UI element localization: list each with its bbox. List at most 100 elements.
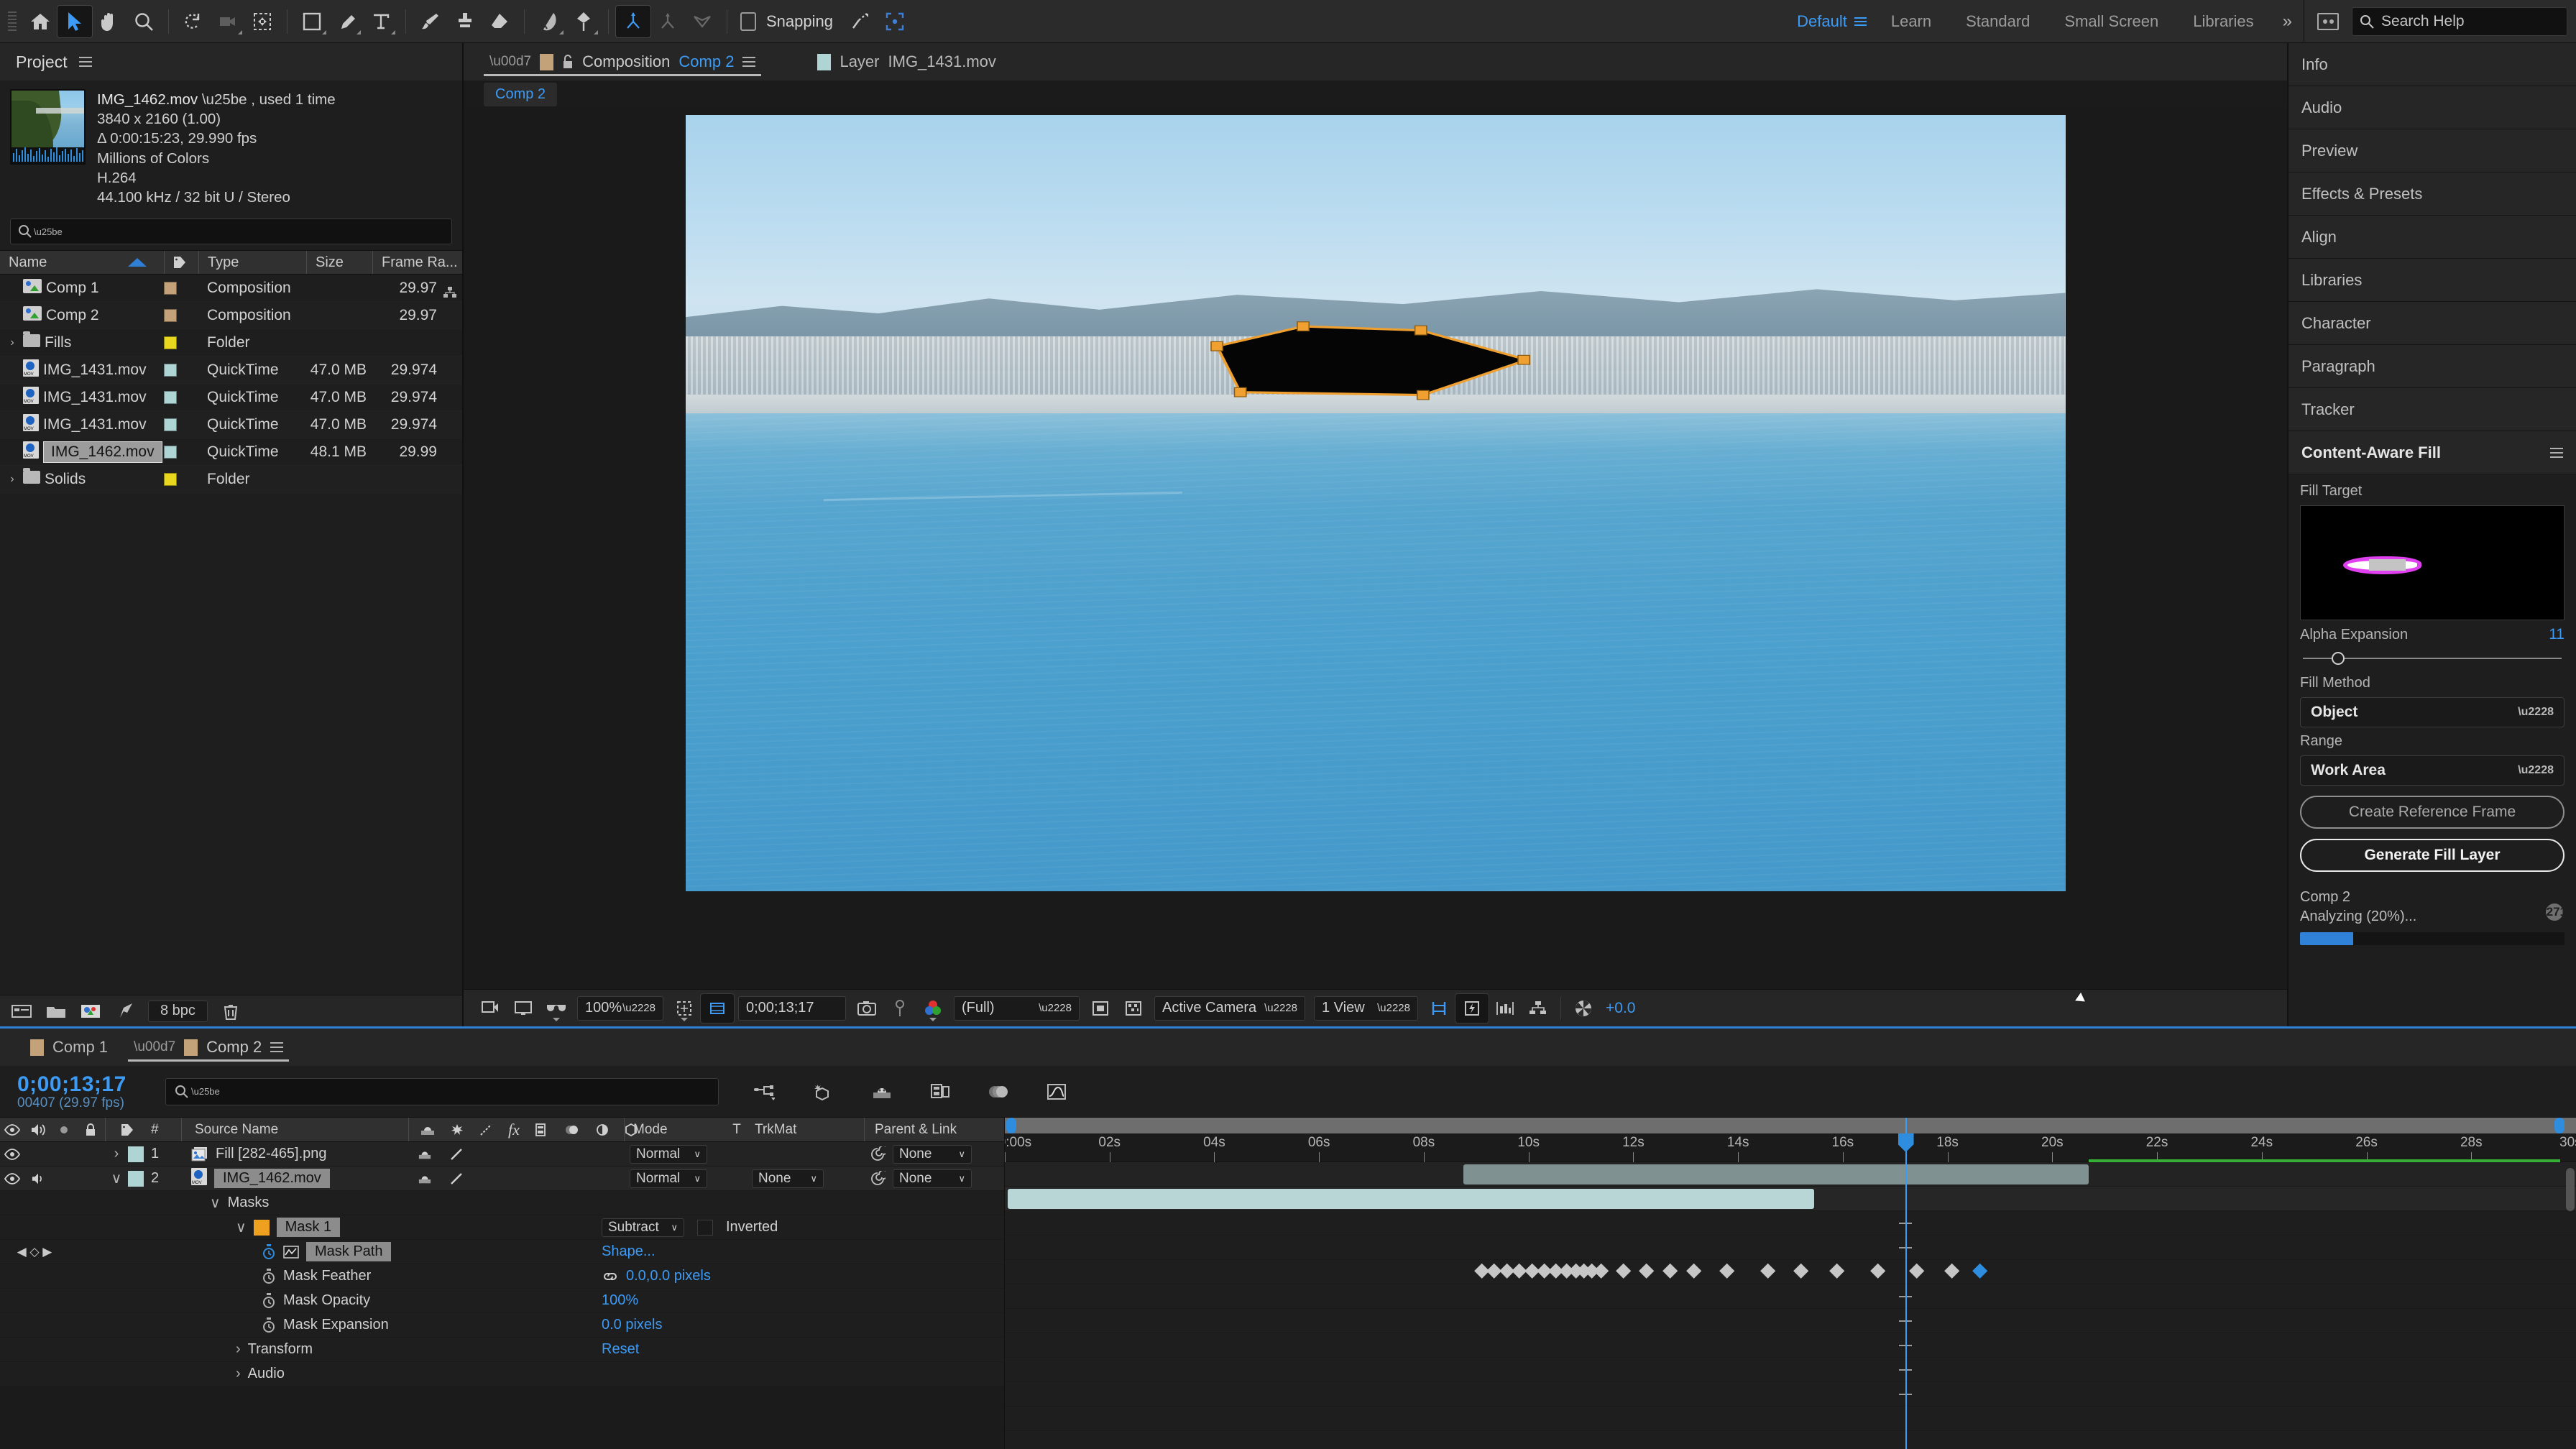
link-icon[interactable] (602, 1271, 619, 1282)
pan-behind-tool-icon[interactable] (245, 6, 280, 37)
property-stopwatch[interactable] (262, 1317, 276, 1333)
tab-layer-img1431[interactable]: Layer IMG_1431.mov (804, 43, 1008, 80)
viewer-timecode[interactable]: 0;00;13;17 (738, 996, 846, 1021)
panel-preview[interactable]: Preview (2288, 129, 2576, 172)
layer-trkmat-select[interactable]: None∨ (749, 1167, 864, 1190)
workspace-learn[interactable]: Learn (1874, 0, 1949, 42)
property-twisty[interactable]: ∨ (210, 1194, 221, 1212)
column-header-type[interactable]: Type (198, 251, 306, 274)
track-row[interactable] (1005, 1333, 2576, 1358)
composition-viewer[interactable] (464, 108, 2287, 989)
layer-switches[interactable] (408, 1167, 624, 1190)
layer-visibility-toggle[interactable] (0, 1167, 24, 1190)
fill-target-preview[interactable] (2300, 505, 2564, 620)
lock-icon[interactable] (562, 54, 574, 70)
column-header-tag[interactable] (164, 251, 198, 274)
property-value-cell[interactable]: Shape... (602, 1240, 1004, 1264)
timeline-ruler[interactable]: 0:00s02s04s06s08s10s12s14s16s18s20s22s24… (1005, 1133, 2576, 1162)
brush-tool-icon[interactable] (413, 6, 448, 37)
puppet-pin-tool-icon[interactable] (566, 6, 601, 37)
quality-switch-icon[interactable] (479, 1123, 492, 1136)
layer-solo-toggle[interactable] (52, 1167, 76, 1190)
col-t[interactable]: T (724, 1118, 749, 1141)
keyframe-navigator[interactable]: ◀ ◇ ▶ (0, 1240, 69, 1264)
project-tab[interactable]: Project (16, 52, 68, 72)
track-row[interactable] (1005, 1431, 2576, 1449)
roto-brush-tool-icon[interactable] (532, 6, 566, 37)
timeline-tab-comp2[interactable]: \u00d7 Comp 2 (121, 1029, 296, 1066)
timeline-track-area[interactable]: 0:00s02s04s06s08s10s12s14s16s18s20s22s24… (1005, 1118, 2576, 1449)
timeline-current-time[interactable]: 0;00;13;17 00407 (29.97 fps) (0, 1072, 165, 1111)
property-value[interactable]: Shape... (602, 1243, 656, 1260)
layer-parent-select[interactable]: None∨ (864, 1142, 1004, 1166)
subtab-comp2[interactable]: Comp 2 (484, 83, 557, 106)
timeline-property-row[interactable]: ›Audio (0, 1362, 1004, 1386)
layer-source-cell[interactable]: Fill [282-465].png (181, 1142, 408, 1166)
property-value-cell[interactable]: Reset (602, 1338, 1004, 1361)
property-value-cell[interactable]: 100% (602, 1289, 1004, 1312)
toggle-checkerboard-icon[interactable] (1117, 994, 1150, 1023)
shape-tool-icon[interactable] (295, 6, 329, 37)
alpha-expansion-slider[interactable] (2303, 650, 2562, 666)
track-row[interactable] (1005, 1407, 2576, 1431)
show-snapshot-icon[interactable] (883, 994, 916, 1023)
close-icon-timeline[interactable]: \u00d7 (134, 1039, 175, 1055)
row-label-color[interactable] (164, 446, 198, 459)
panel-paragraph[interactable]: Paragraph (2288, 345, 2576, 388)
row-label-color[interactable] (164, 309, 198, 322)
workspace-overflow-icon[interactable]: » (2271, 12, 2304, 32)
row-label-color[interactable] (164, 336, 198, 349)
timeline-property-row[interactable]: ∨Masks (0, 1191, 1004, 1215)
track-row[interactable] (1005, 1236, 2576, 1260)
row-label-color[interactable] (164, 473, 198, 486)
zoom-tool-icon[interactable] (126, 6, 161, 37)
track-row[interactable] (1005, 1260, 2576, 1284)
interpret-footage-icon[interactable] (12, 1003, 32, 1019)
project-row[interactable]: IMG_1431.movQuickTime47.0 MB29.974 (0, 411, 462, 438)
composition-panel-menu-icon[interactable] (742, 57, 755, 67)
workspace-default[interactable]: Default (1780, 0, 1864, 42)
project-row[interactable]: ›FillsFolder (0, 329, 462, 356)
property-twisty[interactable]: ∨ (236, 1218, 247, 1236)
3d-glasses-icon[interactable] (540, 994, 573, 1023)
workspace-menu-icon[interactable] (1854, 17, 1867, 26)
take-snapshot-icon[interactable] (850, 994, 883, 1023)
project-row[interactable]: ›SolidsFolder (0, 466, 462, 493)
track-row[interactable] (1005, 1211, 2576, 1236)
property-value[interactable]: 0.0,0.0 pixels (626, 1268, 711, 1284)
exposure-value[interactable]: +0.0 (1606, 1000, 1635, 1017)
fill-method-select[interactable]: Object \u2228 (2300, 697, 2564, 727)
3d-renderer-icon[interactable] (812, 1082, 834, 1101)
timeline-search-input[interactable]: \u25be (165, 1078, 719, 1105)
world-axis-mode-icon[interactable] (650, 6, 685, 37)
eraser-tool-icon[interactable] (482, 6, 517, 37)
region-of-interest-icon[interactable] (668, 994, 701, 1023)
work-area-start-handle[interactable] (1006, 1118, 1016, 1133)
mask-color-swatch[interactable] (254, 1220, 270, 1236)
current-time-indicator[interactable] (1905, 1118, 1907, 1449)
layer-trkmat-select[interactable] (749, 1142, 864, 1166)
timeline-layer-row[interactable]: ›1Fill [282-465].pngNormal∨None∨ (0, 1142, 1004, 1167)
property-stopwatch[interactable] (262, 1244, 276, 1260)
track-row[interactable] (1005, 1284, 2576, 1309)
shy-switch-icon[interactable] (420, 1124, 435, 1136)
layer-twisty[interactable]: › (105, 1142, 128, 1166)
panel-character[interactable]: Character (2288, 302, 2576, 345)
layer-lock-toggle[interactable] (76, 1142, 105, 1166)
property-stopwatch[interactable] (262, 1269, 276, 1284)
alpha-expansion-value[interactable]: 11 (2549, 626, 2564, 643)
project-search-input[interactable]: \u25be (10, 218, 452, 244)
tab-composition-comp2[interactable]: \u00d7 Composition Comp 2 (477, 43, 768, 80)
type-tool-icon[interactable] (364, 6, 398, 37)
snap-mode-icon[interactable] (843, 6, 878, 37)
project-row[interactable]: Comp 1Composition29.97 (0, 275, 462, 302)
alpha-expansion-slider-knob[interactable] (2332, 652, 2345, 665)
timeline-layer-row[interactable]: ∨2IMG_1462.movNormal∨None∨None∨ (0, 1167, 1004, 1191)
layer-duration-bar[interactable] (1008, 1189, 1813, 1209)
row-label-color[interactable] (164, 282, 198, 295)
new-folder-icon[interactable] (46, 1003, 66, 1019)
layer-t-cell[interactable] (724, 1167, 749, 1190)
project-row[interactable]: Comp 2Composition29.97 (0, 302, 462, 329)
timeline-tab-comp1[interactable]: Comp 1 (17, 1029, 121, 1066)
local-axis-mode-icon[interactable] (616, 6, 650, 37)
